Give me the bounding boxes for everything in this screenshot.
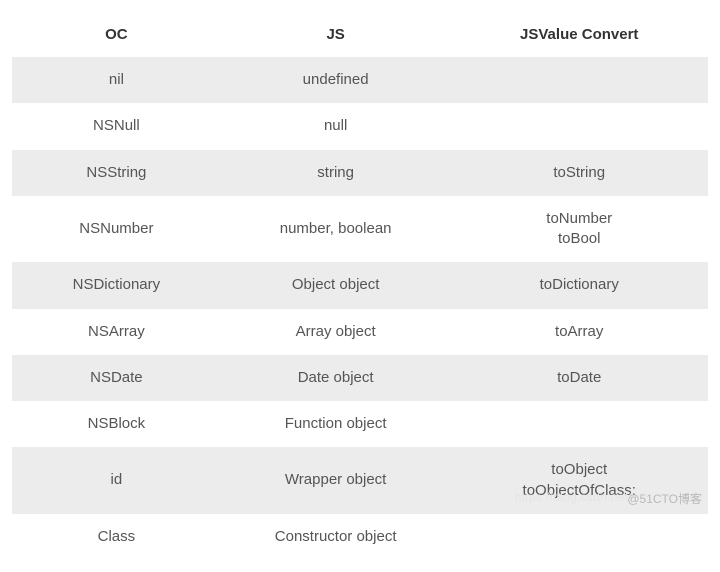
- cell-convert-line: toBool: [458, 229, 700, 249]
- cell-oc: NSBlock: [12, 401, 221, 447]
- cell-js: Wrapper object: [221, 447, 451, 514]
- table-row: NSNumber number, boolean toNumber toBool: [12, 196, 708, 263]
- cell-oc: NSNull: [12, 103, 221, 149]
- table-row: NSBlock Function object: [12, 401, 708, 447]
- table-row: NSArray Array object toArray: [12, 309, 708, 355]
- cell-oc: NSDictionary: [12, 262, 221, 308]
- table-row: NSString string toString: [12, 150, 708, 196]
- cell-js: string: [221, 150, 451, 196]
- cell-js: Array object: [221, 309, 451, 355]
- cell-convert: [450, 103, 708, 149]
- cell-convert: toNumber toBool: [450, 196, 708, 263]
- cell-js: Object object: [221, 262, 451, 308]
- watermark-text: @51CTO博客: [627, 490, 702, 507]
- table-header-row: OC JS JSValue Convert: [12, 12, 708, 57]
- cell-oc: Class: [12, 514, 221, 560]
- cell-js: Function object: [221, 401, 451, 447]
- cell-convert-line: toNumber: [458, 209, 700, 229]
- header-jsvalue-convert: JSValue Convert: [450, 12, 708, 57]
- cell-convert: toDate: [450, 355, 708, 401]
- cell-convert: [450, 57, 708, 103]
- cell-convert-line: toObject: [458, 460, 700, 480]
- cell-convert: toArray: [450, 309, 708, 355]
- cell-oc: NSString: [12, 150, 221, 196]
- cell-js: Constructor object: [221, 514, 451, 560]
- cell-js: undefined: [221, 57, 451, 103]
- cell-convert: toDictionary: [450, 262, 708, 308]
- cell-oc: NSDate: [12, 355, 221, 401]
- cell-js: number, boolean: [221, 196, 451, 263]
- cell-convert: [450, 514, 708, 560]
- cell-oc: nil: [12, 57, 221, 103]
- cell-js: Date object: [221, 355, 451, 401]
- type-mapping-table: OC JS JSValue Convert nil undefined NSNu…: [12, 12, 708, 560]
- cell-js: null: [221, 103, 451, 149]
- table-row: Class Constructor object: [12, 514, 708, 560]
- cell-convert: [450, 401, 708, 447]
- watermark-faint: https://blog.csdn.net/: [515, 490, 632, 504]
- table-row: NSDate Date object toDate: [12, 355, 708, 401]
- table-row: NSDictionary Object object toDictionary: [12, 262, 708, 308]
- cell-oc: NSArray: [12, 309, 221, 355]
- header-js: JS: [221, 12, 451, 57]
- header-oc: OC: [12, 12, 221, 57]
- table-row: nil undefined: [12, 57, 708, 103]
- cell-convert: toString: [450, 150, 708, 196]
- cell-oc: NSNumber: [12, 196, 221, 263]
- table-row: NSNull null: [12, 103, 708, 149]
- cell-oc: id: [12, 447, 221, 514]
